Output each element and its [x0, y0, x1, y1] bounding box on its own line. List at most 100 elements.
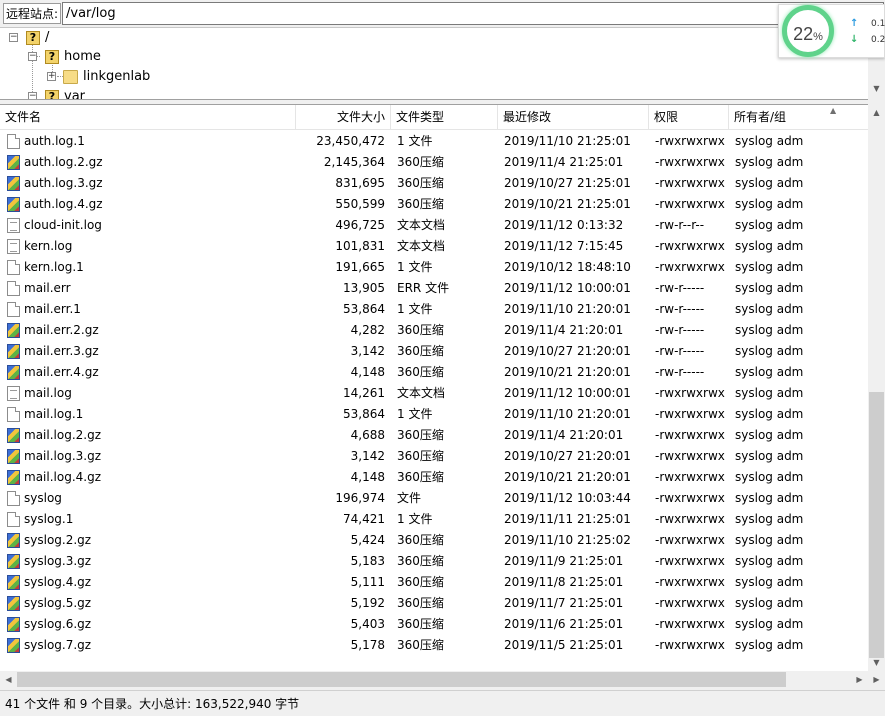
file-row[interactable]: auth.log.1 23,450,472 1 文件 2019/11/10 21:25… [0, 131, 868, 152]
text-file-icon [7, 218, 20, 233]
file-list-horizontal-scrollbar[interactable]: ◀ ▶ [0, 671, 868, 688]
file-type: 文本文档 [397, 218, 446, 232]
file-name: syslog.7.gz [24, 638, 92, 652]
archive-icon [7, 617, 20, 632]
column-header-size[interactable]: 文件大小 [296, 105, 391, 130]
file-row[interactable]: syslog 196,974 文件 2019/11/12 10:03:44 -rwxrw… [0, 488, 868, 509]
scroll-right-icon[interactable]: ▶ [851, 671, 868, 688]
file-row[interactable]: syslog.6.gz 5,403 360压缩 2019/11/6 21:25:01 -… [0, 614, 868, 635]
vertical-scroll-thumb[interactable] [869, 392, 884, 658]
file-owner: syslog adm [735, 554, 804, 568]
file-row[interactable]: kern.log 101,831 文本文档 2019/11/12 7:15:45 -rw… [0, 236, 868, 257]
file-size: 191,665 [335, 260, 385, 274]
download-arrow-icon: ↓ [850, 34, 859, 45]
file-row[interactable]: mail.err.4.gz 4,148 360压缩 2019/10/21 21:20:… [0, 362, 868, 383]
file-modified: 2019/11/8 21:25:01 [504, 575, 624, 589]
network-speed-widget[interactable]: 22% ↑ 0.1 ↓ 0.2 [778, 4, 885, 58]
file-name: mail.err.3.gz [24, 344, 99, 358]
file-type: 360压缩 [397, 554, 444, 568]
file-size: 5,178 [350, 638, 385, 652]
file-size: 196,974 [335, 491, 385, 505]
file-owner: syslog adm [735, 596, 804, 610]
file-name: mail.log.2.gz [24, 428, 101, 442]
file-permissions: -rwxrwxrwx [655, 512, 725, 526]
file-modified: 2019/11/4 21:20:01 [504, 323, 624, 337]
file-row[interactable]: syslog.5.gz 5,192 360压缩 2019/11/7 21:25:01 -… [0, 593, 868, 614]
file-row[interactable]: mail.log.1 53,864 1 文件 2019/11/10 21:20:01 -… [0, 404, 868, 425]
file-name: syslog.1 [24, 512, 74, 526]
remote-file-list: 文件名 文件大小 文件类型 最近修改 权限 所有者/组 ▲ auth.log.1… [0, 104, 885, 688]
archive-icon [7, 638, 20, 653]
file-row[interactable]: kern.log.1 191,665 1 文件 2019/10/12 18:48:10… [0, 257, 868, 278]
text-file-icon [7, 239, 20, 254]
file-list-vertical-scrollbar[interactable]: ▲ ▼ ▶ [868, 104, 885, 688]
download-speed: 0.2 [871, 35, 885, 45]
file-row[interactable]: syslog.7.gz 5,178 360压缩 2019/11/5 21:25:01 -… [0, 635, 868, 656]
file-icon [7, 260, 20, 275]
column-header-permissions[interactable]: 权限 [649, 105, 729, 130]
file-modified: 2019/11/12 10:00:01 [504, 281, 631, 295]
file-row[interactable]: cloud-init.log 496,725 文本文档 2019/11/12 0:13… [0, 215, 868, 236]
file-row[interactable]: syslog.3.gz 5,183 360压缩 2019/11/9 21:25:01 -… [0, 551, 868, 572]
file-type: 360压缩 [397, 176, 444, 190]
collapse-icon[interactable]: − [28, 92, 37, 99]
file-owner: syslog adm [735, 533, 804, 547]
file-name: cloud-init.log [24, 218, 102, 232]
file-size: 5,403 [350, 617, 385, 631]
file-row[interactable]: mail.err.2.gz 4,282 360压缩 2019/11/4 21:20:0… [0, 320, 868, 341]
file-permissions: -rwxrwxrwx [655, 554, 725, 568]
file-owner: syslog adm [735, 512, 804, 526]
file-row[interactable]: mail.err 13,905 ERR 文件 2019/11/12 10:00:01 -… [0, 278, 868, 299]
file-permissions: -rwxrwxrwx [655, 533, 725, 547]
file-icon [7, 491, 20, 506]
file-permissions: -rw-r----- [655, 302, 705, 316]
scroll-right-icon[interactable]: ▶ [868, 671, 885, 688]
file-modified: 2019/11/10 21:25:02 [504, 533, 631, 547]
scroll-left-icon[interactable]: ◀ [0, 671, 17, 688]
remote-path-input[interactable]: /var/log [62, 2, 884, 25]
file-row[interactable]: mail.log.2.gz 4,688 360压缩 2019/11/4 21:20:0… [0, 425, 868, 446]
scroll-up-icon[interactable]: ▲ [868, 104, 885, 121]
column-header-modified[interactable]: 最近修改 [498, 105, 649, 130]
column-header-name[interactable]: 文件名 [0, 105, 296, 130]
file-row[interactable]: mail.err.1 53,864 1 文件 2019/11/10 21:20:01 -… [0, 299, 868, 320]
file-row[interactable]: syslog.1 74,421 1 文件 2019/11/11 21:25:01 -rw… [0, 509, 868, 530]
file-row[interactable]: mail.err.3.gz 3,142 360压缩 2019/10/27 21:20:… [0, 341, 868, 362]
file-row[interactable]: syslog.4.gz 5,111 360压缩 2019/11/8 21:25:01 -… [0, 572, 868, 593]
file-name: syslog.4.gz [24, 575, 92, 589]
file-row[interactable]: mail.log.3.gz 3,142 360压缩 2019/10/27 21:20:… [0, 446, 868, 467]
file-modified: 2019/10/12 18:48:10 [504, 260, 631, 274]
column-header-type[interactable]: 文件类型 [391, 105, 498, 130]
file-owner: syslog adm [735, 365, 804, 379]
file-permissions: -rwxrwxrwx [655, 176, 725, 190]
file-modified: 2019/10/21 21:20:01 [504, 470, 631, 484]
file-type: 文本文档 [397, 239, 446, 253]
scroll-down-icon[interactable]: ▼ [868, 80, 885, 97]
file-row[interactable]: mail.log.4.gz 4,148 360压缩 2019/10/21 21:20:… [0, 467, 868, 488]
file-row[interactable]: auth.log.3.gz 831,695 360压缩 2019/10/27 21:2… [0, 173, 868, 194]
file-size: 4,148 [350, 470, 385, 484]
sort-ascending-icon: ▲ [830, 106, 837, 115]
expand-icon[interactable]: + [47, 72, 56, 81]
file-modified: 2019/11/10 21:25:01 [504, 134, 631, 148]
file-size: 5,192 [350, 596, 385, 610]
file-type: 360压缩 [397, 617, 444, 631]
horizontal-scroll-thumb[interactable] [17, 672, 786, 687]
file-modified: 2019/11/6 21:25:01 [504, 617, 624, 631]
file-row[interactable]: auth.log.4.gz 550,599 360压缩 2019/10/21 21:2… [0, 194, 868, 215]
file-row[interactable]: auth.log.2.gz 2,145,364 360压缩 2019/11/4 21:… [0, 152, 868, 173]
file-row[interactable]: mail.log 14,261 文本文档 2019/11/12 10:00:01 -rw… [0, 383, 868, 404]
file-size: 5,424 [350, 533, 385, 547]
column-header-owner[interactable]: 所有者/组 [729, 105, 868, 130]
file-permissions: -rwxrwxrwx [655, 449, 725, 463]
collapse-icon[interactable]: − [9, 33, 18, 42]
file-size: 101,831 [335, 239, 385, 253]
file-type: 360压缩 [397, 575, 444, 589]
scroll-down-icon[interactable]: ▼ [868, 654, 885, 671]
collapse-icon[interactable]: − [28, 52, 37, 61]
file-owner: syslog adm [735, 218, 804, 232]
file-owner: syslog adm [735, 176, 804, 190]
file-row[interactable]: syslog.2.gz 5,424 360压缩 2019/11/10 21:25:02… [0, 530, 868, 551]
tree-node-label: var [64, 89, 86, 100]
file-owner: syslog adm [735, 134, 804, 148]
